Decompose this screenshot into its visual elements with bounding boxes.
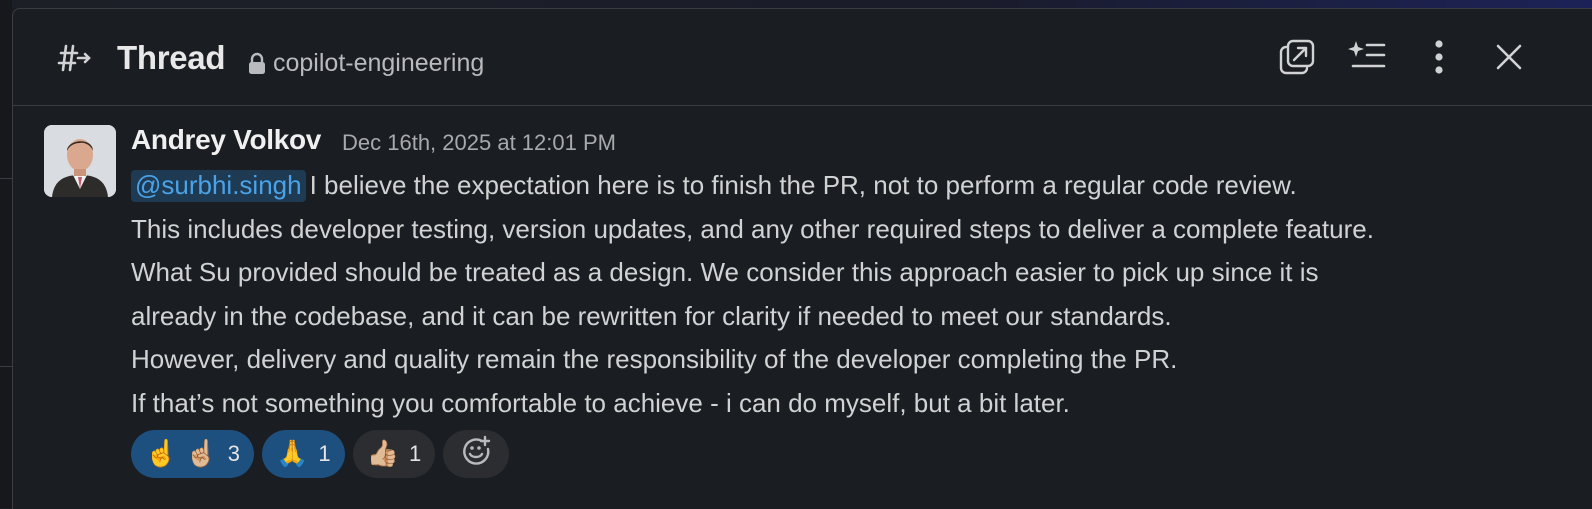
channel-name-link[interactable]: copilot-engineering — [273, 49, 484, 78]
reaction-count: 3 — [227, 441, 240, 466]
pointing-up-emoji: ☝️ — [145, 439, 178, 469]
left-pane-edge — [0, 0, 12, 508]
avatar[interactable] — [44, 125, 116, 197]
thread-title: Thread — [117, 39, 226, 76]
reaction-pointing-up[interactable]: ☝️ ☝🏼 3 — [131, 430, 254, 478]
open-in-window-button[interactable] — [1273, 35, 1321, 83]
thumbs-up-emoji: 👍🏼 — [366, 439, 399, 469]
more-options-icon — [1433, 39, 1445, 80]
window-top-edge — [0, 0, 1592, 8]
message-line: already in the codebase, and it can be r… — [131, 300, 1172, 331]
close-icon — [1495, 43, 1523, 76]
thread-channel-icon — [53, 39, 93, 79]
pointing-up-medium-light-emoji: ☝🏼 — [185, 439, 218, 469]
message-line: @surbhi.singh I believe the expectation h… — [131, 164, 1571, 208]
reaction-count: 1 — [318, 441, 331, 466]
reaction-count: 1 — [409, 441, 422, 466]
message-line: However, delivery and quality remain the… — [131, 344, 1178, 374]
close-thread-button[interactable] — [1485, 35, 1533, 83]
ai-summary-button[interactable] — [1343, 35, 1391, 83]
message-line: If that’s not something you comfortable … — [131, 387, 1070, 418]
ai-summary-icon — [1347, 39, 1387, 80]
message-line: This includes developer testing, version… — [131, 213, 1374, 244]
user-mention[interactable]: @surbhi.singh — [131, 170, 306, 202]
add-reaction-icon — [460, 435, 492, 473]
reaction-thumbs-up[interactable]: 👍🏼 1 — [352, 430, 436, 478]
folded-hands-emoji: 🙏 — [276, 439, 309, 469]
message-author[interactable]: Andrey Volkov — [131, 124, 321, 156]
more-options-button[interactable] — [1415, 35, 1463, 83]
reaction-bar: ☝️ ☝🏼 3 🙏 1 👍🏼 1 — [131, 430, 510, 478]
lock-icon — [247, 52, 267, 76]
reaction-folded-hands[interactable]: 🙏 1 — [262, 430, 345, 478]
thread-header: Thread copilot-engineering — [13, 9, 1592, 106]
thread-panel: Thread copilot-engineering Andrey Volkov… — [12, 8, 1592, 509]
message-line: What Su provided should be treated as a … — [131, 257, 1319, 287]
add-reaction-button[interactable] — [443, 430, 510, 478]
message-timestamp[interactable]: Dec 16th, 2025 at 12:01 PM — [342, 130, 616, 156]
open-in-window-icon — [1278, 38, 1316, 81]
message-body: @surbhi.singh I believe the expectation h… — [131, 164, 1571, 425]
